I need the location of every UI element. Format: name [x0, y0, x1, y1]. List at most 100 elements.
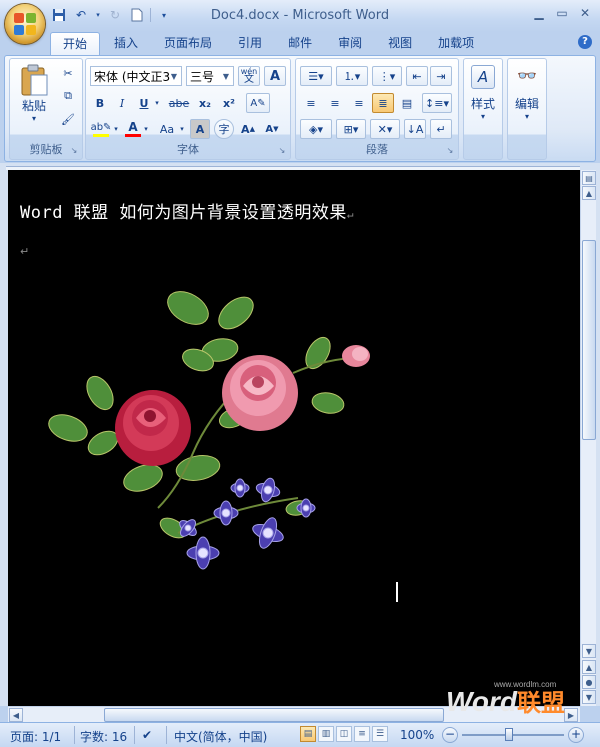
underline-button[interactable]: U [134, 93, 154, 113]
close-icon[interactable]: ✕ [574, 3, 596, 23]
grow-font-button[interactable]: A ▲ [238, 119, 258, 139]
word-count[interactable]: 字数: 16 [80, 728, 127, 745]
clipboard-launcher-icon[interactable]: ↘ [69, 146, 79, 156]
font-color-dropdown-icon[interactable]: ▾ [142, 119, 150, 139]
underline-dropdown-icon[interactable]: ▾ [152, 93, 162, 113]
tab-references[interactable]: 引用 [226, 32, 274, 55]
multilevel-list-icon[interactable]: ⋮▾ [372, 66, 402, 86]
window-title: Doc4.docx - Microsoft Word [210, 8, 390, 23]
line-spacing-icon[interactable]: ↕≡▾ [422, 93, 452, 113]
zoom-slider-track[interactable] [462, 734, 564, 736]
align-left-icon[interactable]: ≡ [300, 93, 322, 113]
tab-home[interactable]: 开始 [50, 32, 101, 55]
page-count[interactable]: 页面: 1/1 [10, 728, 61, 745]
font-launcher-icon[interactable]: ↘ [277, 146, 287, 156]
superscript-button[interactable]: x² [218, 93, 240, 113]
zoom-out-icon[interactable]: − [442, 727, 458, 743]
tab-addins[interactable]: 加载项 [426, 32, 486, 55]
char-border-button[interactable]: A [264, 66, 286, 86]
wordlm-watermark: Word联盟 [446, 683, 565, 718]
ribbon-tabs: 开始 插入 页面布局 引用 邮件 审阅 视图 加载项 [50, 32, 488, 55]
draft-view-icon[interactable]: ☰ [372, 726, 388, 742]
italic-button[interactable]: I [112, 93, 132, 113]
next-page-icon[interactable]: ▼ [582, 690, 596, 704]
tab-review[interactable]: 审阅 [326, 32, 374, 55]
editing-dropdown-icon: ▾ [524, 112, 529, 121]
styles-button[interactable]: A 样式 ▾ [466, 65, 500, 121]
leaf-shape [167, 291, 209, 325]
font-name-combo[interactable]: 宋体 (中文正3 ▼ [90, 66, 182, 86]
minimize-icon[interactable]: ▁ [528, 3, 550, 23]
language-indicator[interactable]: 中文(简体，中国) [174, 728, 267, 745]
browse-object-icon[interactable]: ● [582, 675, 596, 689]
asian-layout-icon[interactable]: ✕▾ [370, 119, 400, 139]
maximize-icon[interactable]: ▭ [551, 3, 573, 23]
web-layout-icon[interactable]: ◫ [336, 726, 352, 742]
office-button[interactable] [5, 4, 45, 44]
document-page[interactable]: Word 联盟 如何为图片背景设置透明效果↵ ↵ [8, 170, 580, 706]
scroll-right-icon[interactable]: ▶ [564, 708, 578, 722]
font-size-combo[interactable]: 三号 ▼ [186, 66, 234, 86]
zoom-slider-thumb[interactable] [505, 728, 513, 741]
highlight-dropdown-icon[interactable]: ▾ [112, 119, 120, 139]
proofing-icon[interactable]: ✔ [142, 728, 152, 742]
cut-icon[interactable]: ✂ [58, 63, 78, 83]
previous-page-icon[interactable]: ▲ [582, 660, 596, 674]
highlighter-icon: ab✎ [90, 121, 112, 133]
char-shading-button[interactable]: A [190, 119, 210, 139]
copy-icon[interactable]: ⧉ [58, 86, 78, 106]
stem-shape [177, 497, 299, 534]
outline-view-icon[interactable]: ≡ [354, 726, 370, 742]
heading-text: Word 联盟 如何为图片背景设置透明效果 [20, 203, 347, 223]
flower-image[interactable] [28, 278, 398, 588]
document-heading[interactable]: Word 联盟 如何为图片背景设置透明效果↵ [20, 198, 354, 223]
borders-icon[interactable]: ⊞▾ [336, 119, 366, 139]
vertical-scrollbar[interactable]: ▤ ▲ ▼ ▲ ● ▼ [580, 170, 596, 706]
justify-icon[interactable]: ≣ [372, 93, 394, 113]
horizontal-scroll-thumb[interactable] [104, 708, 444, 722]
clear-formatting-icon[interactable]: A✎ [246, 93, 270, 113]
strikethrough-button[interactable]: abe [166, 93, 192, 113]
full-screen-reading-icon[interactable]: ▥ [318, 726, 334, 742]
shading-icon[interactable]: ◈▾ [300, 119, 332, 139]
paragraph-group-label: 段落 [366, 143, 388, 156]
editing-button[interactable]: 👓 编辑 ▾ [510, 65, 544, 121]
help-icon[interactable]: ? [578, 35, 592, 49]
increase-indent-icon[interactable]: ⇥ [430, 66, 452, 86]
font-color-button[interactable]: A [124, 119, 142, 139]
print-layout-icon[interactable]: ▤ [300, 726, 316, 742]
paste-button[interactable]: 粘贴 ▾ [14, 63, 54, 137]
highlight-button[interactable]: ab✎ [90, 119, 112, 139]
scroll-up-icon[interactable]: ▲ [582, 186, 596, 200]
enclose-characters-icon[interactable]: 字 [214, 119, 234, 139]
vertical-scroll-thumb[interactable] [582, 240, 596, 440]
status-bar: 页面: 1/1 字数: 16 ✔ 中文(简体，中国) ▤ ▥ ◫ ≡ ☰ 100… [0, 722, 600, 747]
change-case-button[interactable]: Aa [154, 119, 180, 139]
bullets-icon[interactable]: ☰▾ [300, 66, 332, 86]
distributed-icon[interactable]: ▤ [396, 93, 418, 113]
bold-button[interactable]: B [90, 93, 110, 113]
tab-view[interactable]: 视图 [376, 32, 424, 55]
shrink-font-button[interactable]: A ▼ [262, 119, 282, 139]
format-painter-icon[interactable]: 🖌 [58, 109, 78, 129]
zoom-in-icon[interactable]: + [568, 727, 584, 743]
tab-insert[interactable]: 插入 [102, 32, 150, 55]
ruler-toggle-icon[interactable]: ▤ [582, 171, 596, 185]
leaf-shape [311, 392, 345, 414]
scroll-left-icon[interactable]: ◀ [9, 708, 23, 722]
chevron-down-icon: ▼ [222, 71, 230, 81]
numbering-icon[interactable]: ⒈▾ [336, 66, 368, 86]
tab-mailings[interactable]: 邮件 [276, 32, 324, 55]
scroll-down-icon[interactable]: ▼ [582, 644, 596, 658]
align-center-icon[interactable]: ≡ [324, 93, 346, 113]
subscript-button[interactable]: x₂ [194, 93, 216, 113]
show-marks-icon[interactable]: ↵ [430, 119, 452, 139]
change-case-dropdown-icon[interactable]: ▾ [178, 119, 186, 139]
zoom-level[interactable]: 100% [400, 728, 434, 742]
sort-icon[interactable]: ↓A [404, 119, 426, 139]
align-right-icon[interactable]: ≡ [348, 93, 370, 113]
phonetic-guide-button[interactable]: wén 文 [238, 66, 260, 86]
paragraph-launcher-icon[interactable]: ↘ [445, 146, 455, 156]
tab-page-layout[interactable]: 页面布局 [152, 32, 224, 55]
decrease-indent-icon[interactable]: ⇤ [406, 66, 428, 86]
